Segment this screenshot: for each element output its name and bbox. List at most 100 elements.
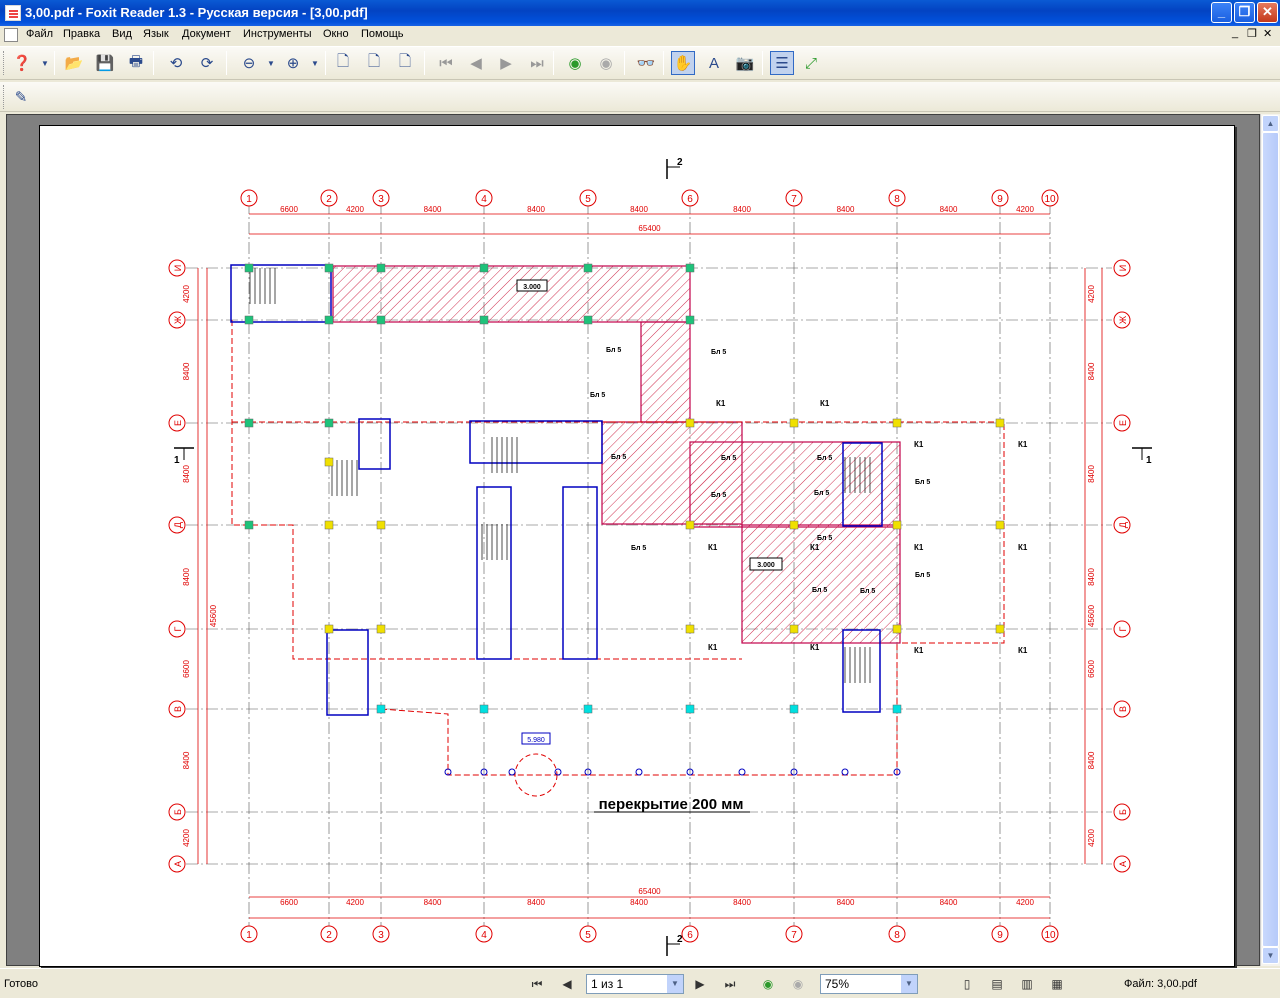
first-page-icon[interactable]: ⏮: [434, 51, 458, 75]
beam-label: Бл 5: [611, 454, 626, 461]
continuous-facing-icon[interactable]: ▦: [1047, 975, 1067, 993]
axis-label: Е: [1118, 420, 1128, 426]
scroll-thumb[interactable]: [1262, 132, 1279, 947]
next-page-icon[interactable]: ▶: [690, 975, 710, 993]
column-marker: [244, 418, 254, 428]
text-select-icon[interactable]: A: [702, 51, 726, 75]
axis-label: 10: [1044, 194, 1056, 205]
actual-size-icon[interactable]: 🗋: [331, 51, 355, 75]
column-label: К1: [1018, 440, 1028, 449]
dimension-text: 65400: [638, 887, 661, 896]
zoom-combo[interactable]: 75% ▼: [820, 974, 918, 994]
axis-label: 3: [378, 194, 384, 205]
fit-page-icon[interactable]: 🗋: [362, 51, 386, 75]
chevron-down-icon[interactable]: ▼: [667, 975, 683, 993]
continuous-icon[interactable]: ▤: [987, 975, 1007, 993]
facing-icon[interactable]: ▥: [1017, 975, 1037, 993]
beam-label: Бл 5: [814, 490, 829, 497]
axis-label: 8: [894, 930, 900, 941]
column-marker: [685, 315, 695, 325]
mdi-close-button[interactable]: ✕: [1263, 27, 1272, 40]
open-folder-icon[interactable]: 📂: [62, 51, 86, 75]
menu-tools[interactable]: Инструменты: [243, 28, 312, 40]
separator: [624, 51, 625, 75]
document-viewer[interactable]: 1 2 3 4 5 6 7 8 9 10 6600 4200 8400 8400 8400 8400 8400 8…: [6, 114, 1260, 967]
scroll-down-button[interactable]: ▼: [1262, 947, 1279, 964]
separator: [226, 51, 227, 75]
dimension-text: 4200: [1087, 829, 1096, 847]
zoom-value: 75%: [825, 977, 850, 991]
dimension-text: 8400: [527, 898, 545, 907]
go-forward-icon[interactable]: ◉: [594, 51, 618, 75]
dimension-text: 65400: [638, 224, 661, 233]
document-icon[interactable]: [4, 28, 18, 42]
menu-view[interactable]: Вид: [112, 28, 132, 40]
zoom-in-dropdown-icon[interactable]: ▼: [303, 51, 327, 75]
column-label: К1: [716, 399, 726, 408]
axis-label: 2: [326, 930, 332, 941]
go-back-icon[interactable]: ◉: [758, 975, 778, 993]
dimension-text: 8400: [424, 205, 442, 214]
zoom-in-icon[interactable]: ⊕: [281, 51, 305, 75]
scroll-up-button[interactable]: ▲: [1262, 115, 1279, 132]
menu-window[interactable]: Окно: [323, 28, 349, 40]
dimension-text: 4200: [1087, 285, 1096, 303]
menu-help[interactable]: Помощь: [361, 28, 404, 40]
toolbar-grip[interactable]: [3, 51, 6, 75]
axis-label: Б: [173, 809, 183, 815]
page-number-combo[interactable]: 1 из 1 ▼: [586, 974, 684, 994]
minimize-button[interactable]: _: [1211, 2, 1232, 23]
go-back-icon[interactable]: ◉: [563, 51, 587, 75]
last-page-icon[interactable]: ⏭: [720, 975, 740, 993]
column-marker: [376, 520, 386, 530]
axis-label: Ж: [173, 315, 183, 324]
menu-language[interactable]: Язык: [143, 28, 169, 40]
maximize-button[interactable]: ❐: [1234, 2, 1255, 23]
vertical-scrollbar[interactable]: ▲ ▼: [1260, 114, 1280, 966]
toolbar-grip[interactable]: [3, 85, 6, 109]
dimension-text: 4200: [182, 829, 191, 847]
column-marker: [479, 263, 489, 273]
zoom-out-dropdown-icon[interactable]: ▼: [259, 51, 283, 75]
chevron-down-icon[interactable]: ▼: [901, 975, 917, 993]
axis-label: 9: [997, 194, 1003, 205]
menu-bar: Файл Правка Вид Язык Документ Инструмент…: [0, 26, 1280, 44]
menu-document[interactable]: Документ: [182, 28, 231, 40]
dimension-text: 6600: [280, 898, 298, 907]
rotate-left-icon[interactable]: ⟲: [164, 51, 188, 75]
find-binoculars-icon[interactable]: 👓: [634, 51, 658, 75]
column-marker: [583, 704, 593, 714]
axis-label: 9: [997, 930, 1003, 941]
hand-tool-icon[interactable]: ✋: [671, 51, 695, 75]
menu-file[interactable]: Файл: [26, 28, 53, 40]
mdi-minimize-button[interactable]: _: [1232, 27, 1238, 39]
last-page-icon[interactable]: ⏭: [525, 51, 549, 75]
dimension-text: 8400: [940, 898, 958, 907]
first-page-icon[interactable]: ⏮: [527, 975, 547, 993]
column-label: К1: [820, 399, 830, 408]
dimension-text: 8400: [424, 898, 442, 907]
previous-page-icon[interactable]: ◀: [464, 51, 488, 75]
column-marker: [892, 520, 902, 530]
bookmarks-panel-icon[interactable]: ☰: [770, 51, 794, 75]
mdi-restore-button[interactable]: ❐: [1247, 27, 1257, 40]
save-icon[interactable]: 💾: [93, 51, 117, 75]
fit-width-icon[interactable]: 🗋: [393, 51, 417, 75]
column-marker: [244, 263, 254, 273]
go-forward-icon[interactable]: ◉: [788, 975, 808, 993]
typewriter-icon[interactable]: ✎: [9, 85, 33, 109]
column-marker: [376, 315, 386, 325]
previous-page-icon[interactable]: ◀: [557, 975, 577, 993]
single-page-icon[interactable]: ▯: [957, 975, 977, 993]
snapshot-camera-icon[interactable]: 📷: [733, 51, 757, 75]
next-page-icon[interactable]: ▶: [494, 51, 518, 75]
zoom-out-icon[interactable]: ⊖: [237, 51, 261, 75]
column-marker: [376, 624, 386, 634]
menu-edit[interactable]: Правка: [63, 28, 100, 40]
wall-block: [562, 486, 598, 660]
rotate-right-icon[interactable]: ⟳: [195, 51, 219, 75]
close-button[interactable]: ✕: [1257, 2, 1278, 23]
print-icon[interactable]: 🖶: [124, 51, 148, 75]
help-icon[interactable]: ❓: [10, 51, 34, 75]
expand-view-icon[interactable]: ⤢: [799, 51, 823, 75]
